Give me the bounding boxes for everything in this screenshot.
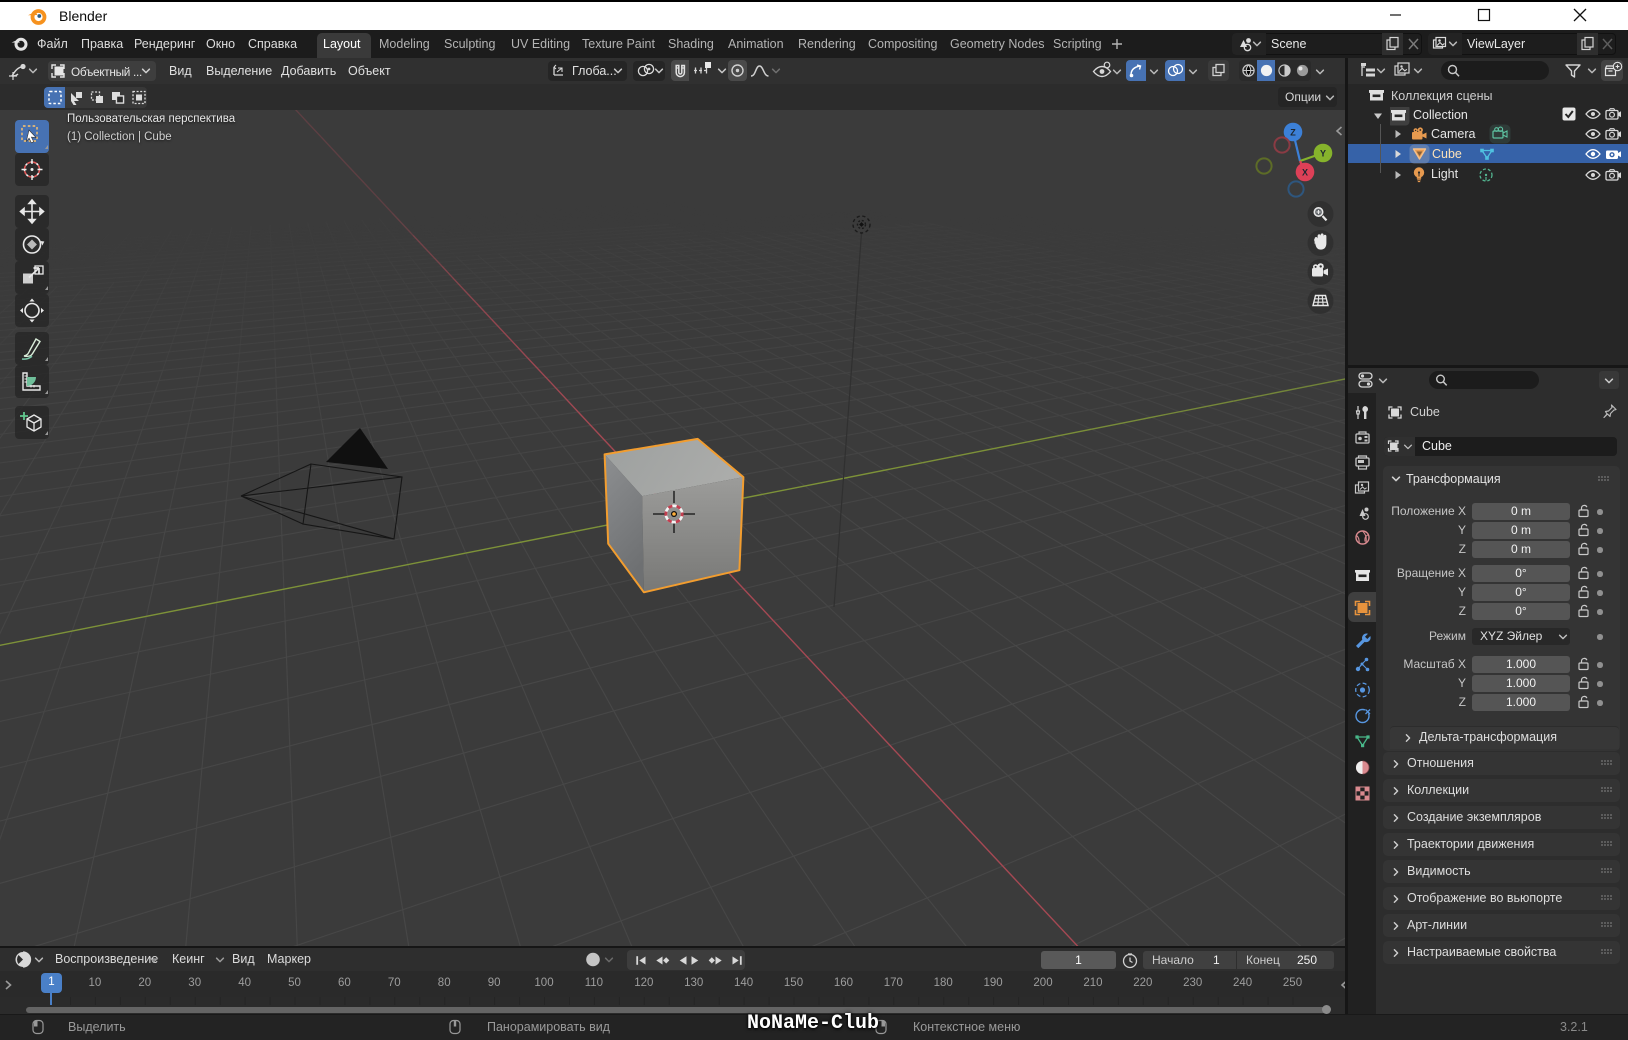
svg-text:X: X <box>1302 168 1308 178</box>
svg-text:Y: Y <box>1320 149 1326 159</box>
svg-text:Z: Z <box>1290 128 1296 138</box>
